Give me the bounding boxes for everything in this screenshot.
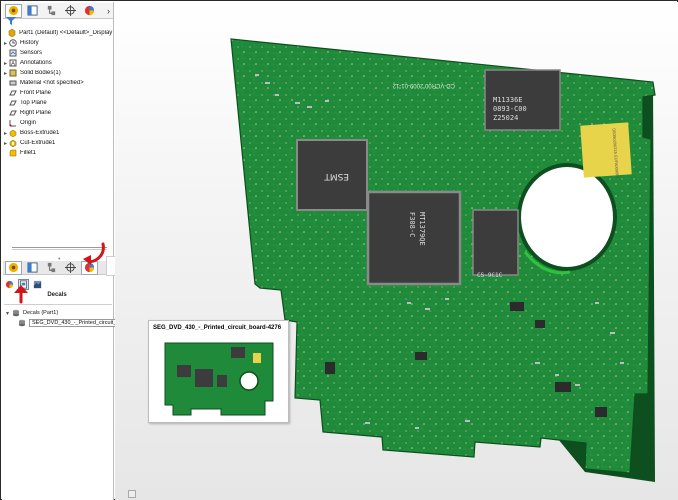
expand-icon[interactable]: ▸ bbox=[2, 60, 9, 67]
tree-item-top-plane[interactable]: Top Plane bbox=[2, 98, 114, 108]
feature-manager-icon bbox=[8, 5, 19, 16]
origin-icon bbox=[9, 120, 16, 127]
feature-manager-tab-lower[interactable] bbox=[5, 260, 22, 275]
tree-item-label: Cut-Extrude1 bbox=[20, 140, 56, 146]
expand-icon[interactable]: ▸ bbox=[2, 130, 9, 137]
configuration-manager-icon bbox=[47, 5, 56, 16]
tree-item-history[interactable]: ▸ History bbox=[2, 38, 114, 48]
decals-group-label: Decals (Part1) bbox=[23, 310, 59, 316]
tree-item-right-plane[interactable]: Right Plane bbox=[2, 108, 114, 118]
svg-text:A: A bbox=[11, 62, 15, 68]
property-manager-icon bbox=[27, 5, 38, 16]
tree-item-annotations[interactable]: ▸ A Annotations bbox=[2, 58, 114, 68]
tree-item-label: Front Plane bbox=[20, 90, 52, 96]
tree-item-label: Material <not specified> bbox=[20, 80, 84, 86]
filter-icon[interactable] bbox=[6, 17, 16, 25]
scene-icon bbox=[33, 280, 42, 288]
scenes-button[interactable] bbox=[32, 279, 43, 290]
expand-icon[interactable]: ▸ bbox=[2, 40, 9, 47]
sensors-icon bbox=[9, 49, 17, 57]
configuration-manager-tab[interactable] bbox=[43, 4, 60, 18]
configuration-manager-tab-lower[interactable] bbox=[43, 261, 60, 275]
chip-left-label: ESMT bbox=[324, 171, 349, 181]
decal-preview-tooltip: SEG_DVD_430_-_Printed_circuit_board-4276 bbox=[148, 320, 289, 423]
board-hole bbox=[517, 163, 617, 271]
expand-icon[interactable]: ▸ bbox=[2, 140, 9, 147]
property-manager-icon bbox=[27, 262, 38, 273]
tree-item-label: Top Plane bbox=[20, 100, 47, 106]
dimxpert-icon bbox=[65, 262, 76, 273]
chip-center-line-2: F308-C bbox=[408, 212, 416, 237]
material-icon bbox=[9, 80, 17, 86]
tree-root-label: Part1 (Default) <<Default>_Display State bbox=[19, 30, 114, 36]
dimxpert-icon bbox=[65, 5, 76, 16]
tree-item-label: Solid Bodies(1) bbox=[20, 70, 61, 76]
annotation-arrow-display-tab bbox=[83, 242, 105, 265]
tree-item-front-plane[interactable]: Front Plane bbox=[2, 88, 114, 98]
app-window: › Part1 (Default) <<Default>_Display Sta… bbox=[0, 0, 678, 500]
chip-small-label: CS-9C1C bbox=[477, 272, 503, 279]
tree-item-origin[interactable]: Origin bbox=[2, 118, 114, 128]
fillet-icon bbox=[9, 149, 17, 157]
property-manager-tab[interactable] bbox=[24, 4, 41, 18]
chip-top-right-line-3: Z25024 bbox=[493, 114, 518, 122]
tooltip-title: SEG_DVD_430_-_Printed_circuit_board-4276 bbox=[153, 325, 282, 331]
chip-center-line-1: MT1379QE bbox=[418, 212, 426, 246]
yellow-label bbox=[580, 122, 632, 178]
decal-item-icon bbox=[19, 319, 25, 327]
tree-item-label: Boss-Extrude1 bbox=[20, 130, 60, 136]
part-icon bbox=[8, 29, 16, 37]
history-icon bbox=[9, 39, 17, 47]
tree-item-label: History bbox=[20, 40, 39, 46]
tree-root[interactable]: Part1 (Default) <<Default>_Display State bbox=[2, 28, 114, 38]
dimxpert-tab[interactable] bbox=[62, 4, 79, 18]
chip-small bbox=[472, 209, 519, 276]
solid-bodies-icon bbox=[9, 69, 17, 77]
plane-icon bbox=[9, 110, 17, 116]
decal-group-icon bbox=[13, 309, 19, 317]
tree-item-sensors[interactable]: Sensors bbox=[2, 48, 114, 58]
chip-center bbox=[366, 190, 462, 286]
tree-item-label: Annotations bbox=[20, 60, 52, 66]
tree-item-fillet1[interactable]: Fillet1 bbox=[2, 148, 114, 158]
manager-tab-bar: › bbox=[3, 3, 113, 19]
feature-manager-tab[interactable] bbox=[5, 3, 22, 18]
expand-icon[interactable]: ▸ bbox=[2, 70, 9, 77]
tab-overflow-button[interactable]: › bbox=[107, 6, 110, 16]
tree-item-label: Sensors bbox=[20, 50, 43, 56]
annotation-arrow-decal-button bbox=[14, 285, 28, 304]
tree-item-solid-bodies-1[interactable]: ▸ Solid Bodies(1) bbox=[2, 68, 114, 78]
tree-item-label: Origin bbox=[20, 120, 37, 126]
configuration-manager-icon bbox=[47, 262, 56, 273]
plane-icon bbox=[9, 90, 17, 96]
boss-extrude-icon bbox=[9, 129, 17, 137]
tree-item-cut-extrude1[interactable]: ▸ Cut-Extrude1 bbox=[2, 138, 114, 148]
chip-top-right-line-1: M11336E bbox=[493, 96, 523, 104]
graphics-viewport[interactable]: M11336E 0893-C00 Z25024 ESMT MT1379QE F3… bbox=[115, 2, 678, 500]
feature-manager-icon bbox=[8, 262, 19, 273]
decal-preview-image bbox=[161, 339, 277, 420]
dimxpert-tab-lower[interactable] bbox=[62, 261, 79, 275]
tree-item-label: Fillet1 bbox=[20, 150, 37, 156]
tree-item-material-not-specified[interactable]: Material <not specified> bbox=[2, 78, 114, 88]
silk-top-text: CD-VCR00 2009-01-12 bbox=[392, 82, 455, 88]
tree-item-label: Right Plane bbox=[20, 110, 52, 116]
annotations-icon: A bbox=[9, 59, 17, 67]
plane-icon bbox=[9, 100, 17, 106]
display-manager-icon bbox=[84, 5, 95, 16]
pcb-model[interactable]: M11336E 0893-C00 Z25024 ESMT MT1379QE F3… bbox=[115, 2, 678, 500]
feature-tree: Part1 (Default) <<Default>_Display State… bbox=[2, 28, 114, 158]
cut-extrude-icon bbox=[9, 139, 17, 147]
tree-item-boss-extrude1[interactable]: ▸ Boss-Extrude1 bbox=[2, 128, 114, 138]
display-manager-tab[interactable] bbox=[81, 4, 98, 18]
chip-top-right-line-2: 0893-C00 bbox=[493, 105, 527, 113]
property-manager-tab-lower[interactable] bbox=[24, 261, 41, 275]
viewport-corner-button[interactable] bbox=[128, 490, 136, 498]
